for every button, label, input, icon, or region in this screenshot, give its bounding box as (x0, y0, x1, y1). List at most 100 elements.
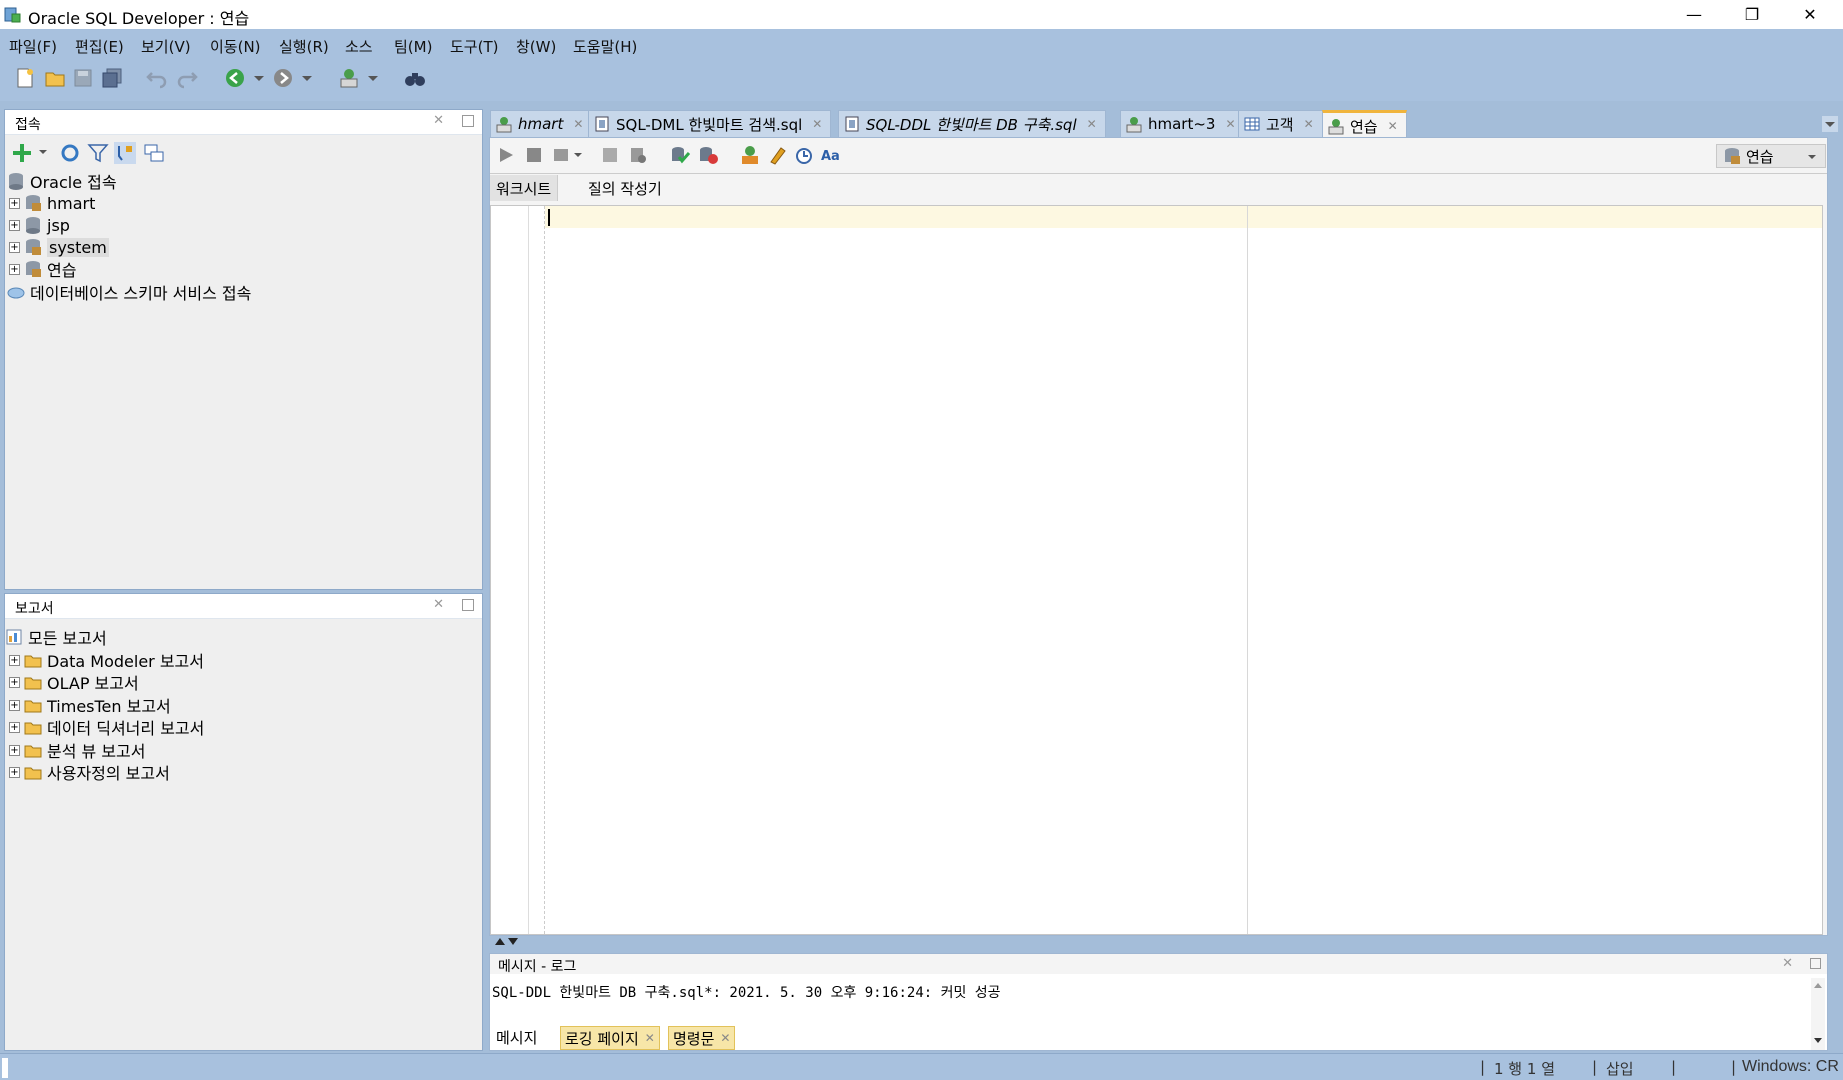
menu-edit[interactable]: 편집(E) (75, 36, 124, 57)
expand-icon[interactable]: + (9, 676, 20, 688)
tree-item-jsp[interactable]: + jsp (9, 214, 70, 236)
sql-worksheet-icon[interactable] (338, 67, 360, 89)
scroll-up-icon[interactable] (1813, 980, 1823, 990)
tab-practice[interactable]: 연습 ✕ (1322, 110, 1407, 139)
close-tab-icon[interactable]: ✕ (1087, 117, 1097, 131)
tab-customer[interactable]: 고객 ✕ (1238, 110, 1323, 137)
tree-item-system[interactable]: + system (9, 236, 109, 258)
to-upper-lower-icon[interactable]: Aa (820, 145, 840, 165)
tree-item-report[interactable]: + 분석 뷰 보고서 (9, 739, 146, 761)
expand-icon[interactable]: + (9, 744, 20, 756)
clear-icon[interactable] (768, 145, 788, 165)
close-tab-icon[interactable]: ✕ (573, 117, 583, 131)
tree-item-report[interactable]: + TimesTen 보고서 (9, 694, 171, 716)
menu-team[interactable]: 팀(M) (394, 36, 432, 57)
scroll-down-icon[interactable] (1813, 1036, 1823, 1046)
tree-item-report[interactable]: + 데이터 딕셔너리 보고서 (9, 716, 204, 738)
menu-tools[interactable]: 도구(T) (450, 36, 498, 57)
menu-view[interactable]: 보기(V) (141, 36, 191, 57)
tree-item-report[interactable]: + 사용자정의 보고서 (9, 761, 170, 783)
close-button[interactable]: ✕ (1781, 0, 1839, 29)
autotrace-dropdown-icon[interactable] (572, 149, 584, 161)
run-statement-icon[interactable] (496, 145, 516, 165)
schema-browser-icon[interactable] (114, 142, 136, 164)
binoculars-icon[interactable] (404, 67, 426, 89)
undo-icon[interactable] (146, 67, 168, 89)
panel-close-icon[interactable]: ✕ (1782, 956, 1793, 971)
new-file-icon[interactable] (14, 67, 36, 89)
panel-minimize-icon[interactable] (462, 599, 474, 611)
tab-hmart[interactable]: hmart ✕ (490, 110, 593, 137)
tab-messages[interactable]: 메시지 (492, 1026, 541, 1048)
menu-navigate[interactable]: 이동(N) (210, 36, 261, 57)
tree-item-cloud-service[interactable]: 데이터베이스 스키마 서비스 접속 (7, 281, 251, 303)
tab-sql-ddl[interactable]: SQL-DDL 한빛마트 DB 구축.sql ✕ (838, 110, 1106, 137)
minimize-button[interactable]: — (1665, 0, 1723, 29)
tree-root-all-reports[interactable]: 모든 보고서 (5, 626, 107, 648)
run-script-icon[interactable] (524, 145, 544, 165)
panel-minimize-icon[interactable] (1810, 958, 1821, 969)
split-arrows-icon[interactable] (494, 936, 520, 946)
tab-logging-page[interactable]: 로깅 페이지 ✕ (560, 1026, 660, 1050)
autotrace-icon[interactable] (552, 145, 572, 165)
close-tab-icon[interactable]: ✕ (1388, 119, 1398, 133)
back-dropdown-icon[interactable] (248, 67, 270, 89)
log-scrollbar[interactable] (1811, 978, 1825, 1050)
sql-tuning-icon[interactable] (628, 145, 648, 165)
menu-help[interactable]: 도움말(H) (573, 36, 637, 57)
sql-editor[interactable] (490, 205, 1823, 935)
explain-plan-icon[interactable] (600, 145, 620, 165)
close-tab-icon[interactable]: ✕ (1304, 117, 1314, 131)
menu-file[interactable]: 파일(F) (9, 36, 57, 57)
close-tab-icon[interactable]: ✕ (1225, 117, 1235, 131)
tab-statement[interactable]: 명령문 ✕ (668, 1026, 736, 1050)
tree-root-oracle[interactable]: Oracle 접속 (7, 170, 117, 192)
tree-item-practice[interactable]: + 연습 (9, 258, 76, 280)
expand-icon[interactable]: + (9, 721, 20, 733)
add-connection-dropdown-icon[interactable] (37, 146, 49, 158)
redo-icon[interactable] (176, 67, 198, 89)
commit-icon[interactable] (670, 145, 690, 165)
add-connection-icon[interactable] (11, 142, 33, 164)
close-tab-icon[interactable]: ✕ (720, 1031, 730, 1045)
panel-close-icon[interactable]: ✕ (433, 597, 444, 612)
tree-item-report[interactable]: + OLAP 보고서 (9, 671, 139, 693)
panel-minimize-icon[interactable] (462, 115, 474, 127)
menu-window[interactable]: 창(W) (516, 36, 556, 57)
tab-label: 연습 (1350, 117, 1378, 136)
unshared-worksheet-icon[interactable] (740, 145, 760, 165)
connection-selector[interactable]: 연습 (1716, 144, 1826, 168)
refresh-icon[interactable] (59, 142, 81, 164)
tab-query-builder[interactable]: 질의 작성기 (582, 175, 668, 201)
rollback-icon[interactable] (698, 145, 718, 165)
tab-sql-dml[interactable]: SQL-DML 한빛마트 검색.sql ✕ (588, 110, 832, 137)
tab-worksheet[interactable]: 워크시트 (490, 175, 559, 201)
close-tab-icon[interactable]: ✕ (645, 1031, 655, 1045)
manage-connections-icon[interactable] (143, 142, 165, 164)
expand-icon[interactable]: + (9, 654, 20, 666)
expand-icon[interactable]: + (9, 241, 20, 253)
expand-icon[interactable]: + (9, 263, 20, 275)
expand-icon[interactable]: + (9, 699, 20, 711)
open-folder-icon[interactable] (44, 67, 66, 89)
panel-close-icon[interactable]: ✕ (433, 113, 444, 128)
expand-icon[interactable]: + (9, 766, 20, 778)
expand-icon[interactable]: + (9, 197, 20, 209)
sql-worksheet-dropdown-icon[interactable] (362, 67, 384, 89)
filter-icon[interactable] (87, 142, 109, 164)
close-tab-icon[interactable]: ✕ (812, 117, 822, 131)
menu-run[interactable]: 실행(R) (279, 36, 329, 57)
tree-item-report[interactable]: + Data Modeler 보고서 (9, 649, 204, 671)
expand-icon[interactable]: + (9, 219, 20, 231)
tab-hmart-3[interactable]: hmart~3 ✕ (1120, 110, 1245, 137)
save-icon[interactable] (72, 67, 94, 89)
tree-item-hmart[interactable]: + hmart (9, 192, 95, 214)
sql-history-icon[interactable] (794, 145, 814, 165)
tab-list-dropdown-icon[interactable] (1822, 116, 1838, 132)
forward-dropdown-icon[interactable] (296, 67, 318, 89)
back-icon[interactable] (224, 67, 246, 89)
save-all-icon[interactable] (101, 67, 123, 89)
forward-icon[interactable] (272, 67, 294, 89)
restore-button[interactable]: ❐ (1723, 0, 1781, 29)
menu-source[interactable]: 소스 (345, 36, 373, 57)
